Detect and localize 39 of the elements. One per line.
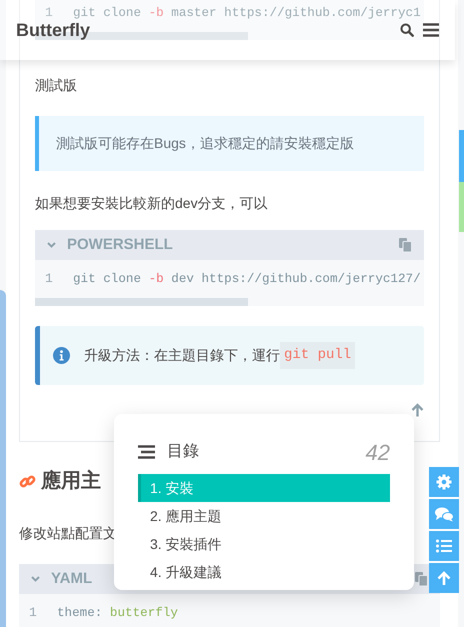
- site-title[interactable]: Butterfly: [16, 21, 90, 39]
- code-language: YAML: [51, 568, 92, 589]
- scrollbar-thumb[interactable]: [35, 298, 248, 306]
- blockquote: 測試版可能存在Bugs，追求穩定的請安裝穩定版: [35, 116, 424, 171]
- link-icon: [19, 472, 36, 490]
- paragraph: 如果想要安裝比較新的dev分支，可以: [35, 194, 269, 213]
- code-line: git clone -b master https://github.com/jerryc1: [73, 4, 421, 22]
- code-line: git clone -b dev https://github.com/jerryc127/: [73, 270, 421, 288]
- chevron-down-icon[interactable]: [47, 242, 56, 248]
- section-heading: 應用主: [41, 468, 101, 494]
- back-to-top-button[interactable]: [429, 563, 459, 593]
- up-arrow-icon[interactable]: [411, 403, 424, 417]
- code-line: theme: butterfly: [57, 604, 178, 622]
- note-text: 升級方法：在主題目錄下，運行: [84, 346, 280, 365]
- copy-icon[interactable]: [399, 238, 412, 252]
- list-icon: [436, 539, 452, 553]
- toc-item[interactable]: 4. 升級建議: [138, 558, 390, 586]
- copy-icon[interactable]: [415, 572, 428, 586]
- line-number: 1: [44, 4, 54, 22]
- list-icon: [138, 445, 155, 459]
- chat-bubbles-icon: [434, 506, 454, 522]
- paragraph: 測試版: [35, 76, 78, 95]
- toc-title: 目錄: [167, 442, 200, 462]
- comment-button[interactable]: [429, 499, 459, 529]
- search-icon[interactable]: [400, 23, 414, 37]
- line-number: 1: [28, 604, 38, 622]
- inline-code: git pull: [280, 342, 356, 369]
- settings-icon: [436, 474, 452, 490]
- up-arrow-icon: [437, 570, 451, 586]
- info-icon: [53, 347, 70, 364]
- toc-item[interactable]: 2. 應用主題: [138, 502, 390, 530]
- settings-button[interactable]: [429, 467, 459, 497]
- code-language: POWERSHELL: [67, 234, 173, 255]
- toc-button[interactable]: [429, 531, 459, 561]
- toc-item[interactable]: 3. 安裝插件: [138, 530, 390, 558]
- line-number: 1: [44, 270, 54, 288]
- word-count: 42: [366, 438, 390, 466]
- menu-icon[interactable]: [423, 23, 439, 37]
- chevron-down-icon[interactable]: [31, 576, 40, 582]
